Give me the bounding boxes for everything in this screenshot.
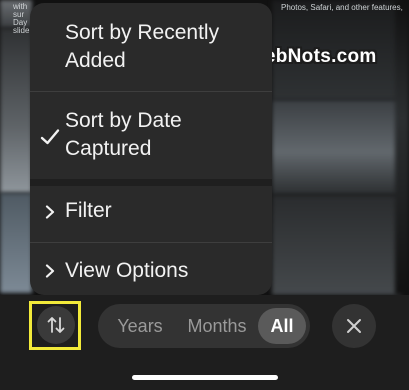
- menu-item-label: Sort by Date Captured: [65, 109, 182, 160]
- close-button[interactable]: [332, 304, 376, 348]
- chevron-right-icon: [45, 205, 55, 219]
- menu-item-view-options[interactable]: View Options: [30, 243, 272, 295]
- photo-thumbnail[interactable]: [0, 28, 32, 193]
- annotation-highlight-box: [29, 301, 81, 350]
- segment-years[interactable]: Years: [108, 304, 172, 348]
- menu-item-sort-recently-added[interactable]: Sort by Recently Added: [30, 3, 272, 91]
- photo-thumbnail[interactable]: [272, 195, 402, 295]
- menu-item-label: Sort by Recently Added: [65, 21, 220, 72]
- close-icon: [347, 319, 361, 333]
- menu-item-label: Filter: [65, 199, 112, 222]
- home-indicator[interactable]: [132, 375, 278, 380]
- segment-all[interactable]: All: [258, 308, 306, 344]
- checkmark-icon: [40, 129, 60, 145]
- photo-thumbnail[interactable]: [395, 0, 409, 295]
- menu-item-filter[interactable]: Filter: [30, 179, 272, 243]
- photos-screen: Photos, Safari, and other features, with…: [0, 0, 409, 390]
- chevron-right-icon: [45, 264, 55, 278]
- segment-months[interactable]: Months: [180, 304, 254, 348]
- menu-item-sort-date-captured[interactable]: Sort by Date Captured: [30, 91, 272, 179]
- menu-item-label: View Options: [65, 259, 189, 282]
- sort-context-menu: Sort by Recently Added Sort by Date Capt…: [30, 3, 272, 295]
- photo-thumbnail[interactable]: [272, 100, 402, 195]
- view-segmented-control: Years Months All: [98, 304, 310, 348]
- photo-thumbnail[interactable]: [0, 193, 32, 293]
- background-caption-right: Photos, Safari, and other features,: [281, 3, 403, 12]
